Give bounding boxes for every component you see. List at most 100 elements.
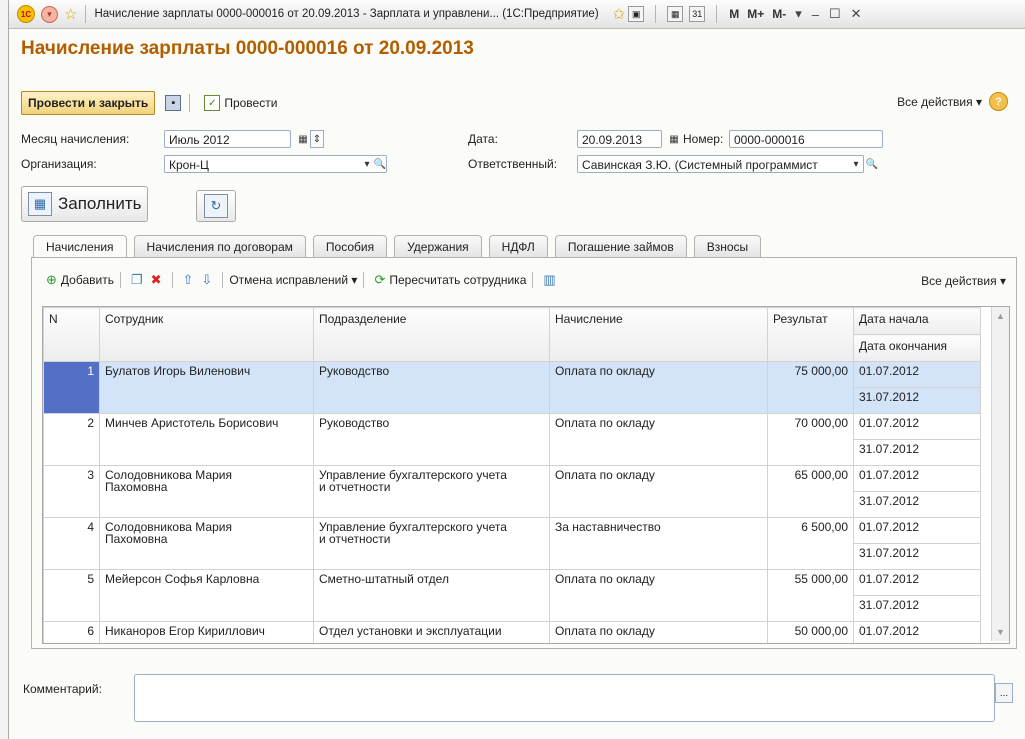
end-date-cell[interactable]: 31.07.2012: [853, 543, 981, 570]
maximize-icon[interactable]: ☐: [829, 6, 841, 22]
scroll-down-icon[interactable]: ▼: [996, 627, 1005, 637]
department-cell[interactable]: Управление бухгалтерского учета и отчетно…: [313, 465, 550, 518]
calendar-icon[interactable]: 31: [689, 6, 706, 22]
columns-settings-icon[interactable]: ▥: [543, 272, 555, 288]
department-cell[interactable]: Руководство: [313, 413, 550, 466]
header-employee[interactable]: Сотрудник: [99, 307, 314, 362]
move-up-icon[interactable]: ⇧: [183, 272, 194, 288]
result-cell[interactable]: 70 000,00: [767, 413, 854, 466]
employee-cell[interactable]: Мейерсон Софья Карловна: [99, 569, 314, 622]
department-cell[interactable]: Руководство: [313, 361, 550, 414]
department-cell[interactable]: Отдел установки и эксплуатации: [313, 621, 550, 643]
accrual-cell[interactable]: За наставничество: [549, 517, 768, 570]
fill-button[interactable]: ▦ Заполнить: [21, 186, 149, 222]
comment-expand-button[interactable]: ...: [995, 683, 1013, 703]
help-icon[interactable]: ?: [989, 92, 1008, 111]
refill-button[interactable]: ↻: [196, 190, 236, 222]
result-cell[interactable]: 50 000,00: [767, 621, 854, 643]
responsible-field[interactable]: Савинская З.Ю. (Системный программист: [577, 155, 864, 173]
result-cell[interactable]: 75 000,00: [767, 361, 854, 414]
bookmark-icon[interactable]: ▣: [628, 6, 645, 22]
start-date-cell[interactable]: 01.07.2012: [853, 569, 981, 596]
calendar-picker-icon[interactable]: ▦: [296, 130, 310, 148]
end-date-cell[interactable]: 31.07.2012: [853, 491, 981, 518]
start-date-cell[interactable]: 01.07.2012: [853, 621, 981, 643]
accrual-cell[interactable]: Оплата по окладу: [549, 465, 768, 518]
add-icon[interactable]: ⊕: [46, 272, 57, 288]
end-date-cell[interactable]: 31.07.2012: [853, 439, 981, 466]
header-department[interactable]: Подразделение: [313, 307, 550, 362]
favorite-star-icon[interactable]: ☆: [64, 5, 77, 23]
copy-row-icon[interactable]: ❐: [131, 272, 143, 288]
employee-cell[interactable]: Солодовникова Мария Пахомовна: [99, 517, 314, 570]
row-number-cell[interactable]: 4: [43, 517, 100, 570]
post-and-close-button[interactable]: Провести и закрыть: [21, 91, 156, 115]
post-button[interactable]: Провести: [224, 96, 277, 110]
memory-m-button[interactable]: M: [729, 7, 739, 21]
table-row[interactable]: 4 Солодовникова Мария Пахомовна Управление …: [43, 517, 981, 570]
close-icon[interactable]: ✕: [851, 6, 862, 22]
responsible-search-icon[interactable]: 🔍: [865, 155, 879, 173]
employee-cell[interactable]: Булатов Игорь Виленович: [99, 361, 314, 414]
all-actions-menu[interactable]: Все действия ▾: [897, 95, 982, 109]
start-date-cell[interactable]: 01.07.2012: [853, 413, 981, 440]
department-cell[interactable]: Управление бухгалтерского учета и отчетно…: [313, 517, 550, 570]
1c-logo-icon[interactable]: 1С: [17, 5, 35, 23]
employee-cell[interactable]: Солодовникова Мария Пахомовна: [99, 465, 314, 518]
department-cell[interactable]: Сметно-штатный отдел: [313, 569, 550, 622]
vertical-scrollbar[interactable]: ▲ ▼: [991, 307, 1009, 641]
table-row[interactable]: 2 Минчев Аристотель Борисович Руководство О…: [43, 413, 981, 466]
accrual-cell[interactable]: Оплата по окладу: [549, 621, 768, 643]
row-number-cell[interactable]: 2: [43, 413, 100, 466]
month-stepper[interactable]: ⇕: [310, 130, 324, 148]
cancel-corrections-button[interactable]: Отмена исправлений ▾: [229, 273, 357, 287]
result-cell[interactable]: 55 000,00: [767, 569, 854, 622]
accrual-cell[interactable]: Оплата по окладу: [549, 413, 768, 466]
header-result[interactable]: Результат: [767, 307, 854, 362]
organization-search-icon[interactable]: 🔍: [373, 155, 387, 173]
result-cell[interactable]: 65 000,00: [767, 465, 854, 518]
table-row[interactable]: 5 Мейерсон Софья Карловна Сметно-штатный о…: [43, 569, 981, 622]
table-all-actions-menu[interactable]: Все действия ▾: [921, 274, 1006, 288]
comment-field[interactable]: [134, 674, 995, 722]
month-field[interactable]: Июль 2012: [164, 130, 291, 148]
row-number-cell[interactable]: 6: [43, 621, 100, 643]
date-field[interactable]: 20.09.2013: [577, 130, 662, 148]
recalculate-icon[interactable]: ⟳: [374, 272, 385, 288]
tab-ndfl[interactable]: НДФЛ: [488, 235, 548, 257]
row-number-cell[interactable]: 1: [43, 361, 100, 414]
organization-field[interactable]: Крон-Ц: [164, 155, 387, 173]
header-start-date[interactable]: Дата начала: [853, 307, 981, 335]
accrual-cell[interactable]: Оплата по окладу: [549, 361, 768, 414]
header-n[interactable]: N: [43, 307, 100, 362]
window-menu-icon[interactable]: ▾: [795, 6, 802, 22]
date-picker-icon[interactable]: ▦: [667, 130, 681, 148]
end-date-cell[interactable]: 31.07.2012: [853, 595, 981, 622]
post-document-icon[interactable]: ✓: [204, 95, 221, 111]
responsible-dropdown-icon[interactable]: ▾: [849, 155, 863, 173]
employee-cell[interactable]: Никаноров Егор Кириллович: [99, 621, 314, 643]
minimize-icon[interactable]: –: [812, 7, 819, 22]
move-down-icon[interactable]: ⇩: [201, 272, 212, 288]
table-row[interactable]: 1 Булатов Игорь Виленович Руководство Оплат…: [43, 361, 981, 414]
tab-deductions[interactable]: Удержания: [394, 235, 482, 257]
start-date-cell[interactable]: 01.07.2012: [853, 361, 981, 388]
memory-plus-button[interactable]: M+: [747, 7, 764, 21]
scroll-up-icon[interactable]: ▲: [996, 311, 1005, 321]
tab-accruals[interactable]: Начисления: [33, 235, 127, 258]
calculator-icon[interactable]: ▦: [667, 6, 684, 22]
header-accrual[interactable]: Начисление: [549, 307, 768, 362]
number-field[interactable]: 0000-000016: [729, 130, 883, 148]
tab-loan-repayment[interactable]: Погашение займов: [554, 235, 687, 257]
header-end-date[interactable]: Дата окончания: [853, 334, 981, 362]
table-row[interactable]: 3 Солодовникова Мария Пахомовна Управление …: [43, 465, 981, 518]
accrual-cell[interactable]: Оплата по окладу: [549, 569, 768, 622]
menu-circle-icon[interactable]: ▾: [41, 5, 58, 23]
employee-cell[interactable]: Минчев Аристотель Борисович: [99, 413, 314, 466]
tab-contract-accruals[interactable]: Начисления по договорам: [133, 235, 306, 257]
start-date-cell[interactable]: 01.07.2012: [853, 517, 981, 544]
end-date-cell[interactable]: 31.07.2012: [853, 387, 981, 414]
row-number-cell[interactable]: 3: [43, 465, 100, 518]
table-row[interactable]: 6 Никаноров Егор Кириллович Отдел установк…: [43, 621, 981, 643]
delete-row-icon[interactable]: ✖: [151, 272, 162, 288]
